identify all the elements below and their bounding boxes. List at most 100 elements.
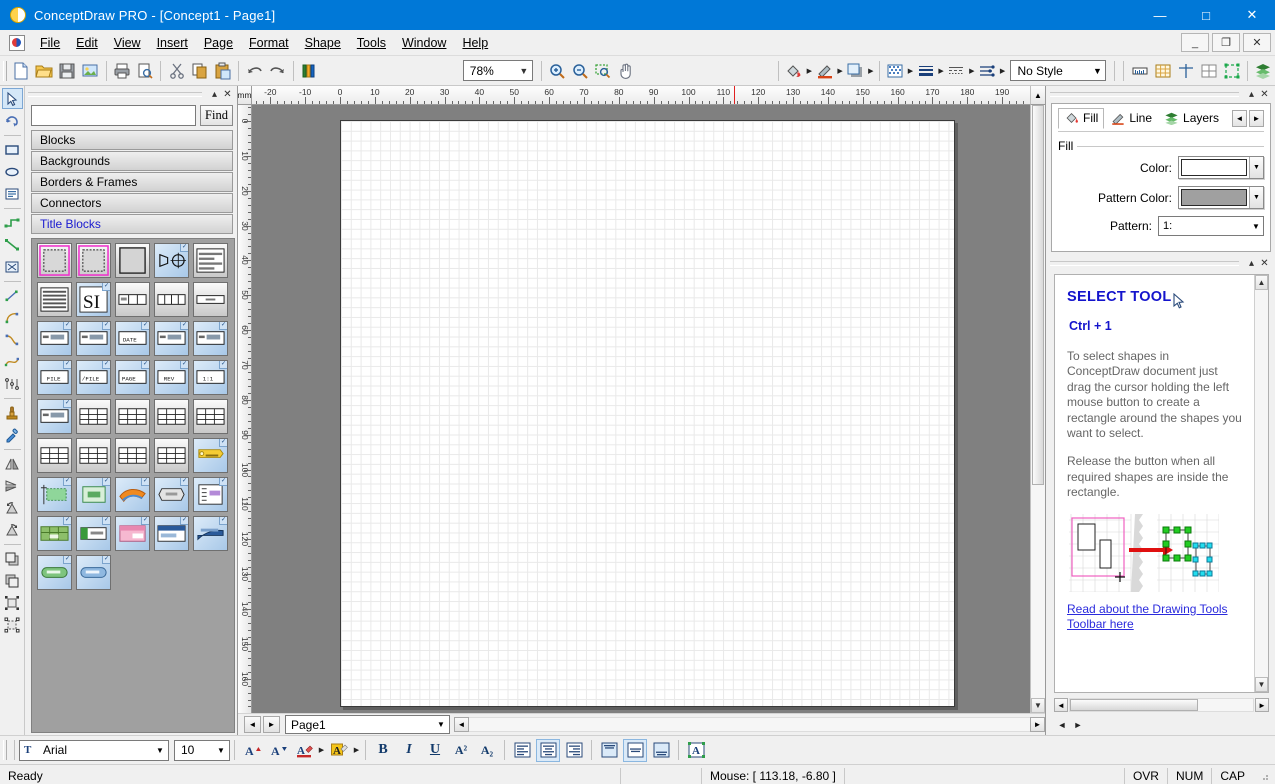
chevron-down-icon[interactable]: ▼ [1089,66,1105,76]
title-block-subfile[interactable]: /FILE ✓ [76,360,111,395]
title-block-green-3[interactable]: ✓ [76,516,111,551]
open-document-icon[interactable] [34,59,55,83]
chevron-down-icon[interactable]: ▼ [1249,222,1263,231]
title-block-bar-seg[interactable] [115,282,150,317]
fill-color-picker[interactable]: ▼ [1178,156,1264,179]
horizontal-scroll-track[interactable] [469,717,1030,732]
help-scroll-up-button[interactable]: ▲ [1255,275,1268,290]
line-style-icon[interactable] [946,59,967,83]
library-collapse-button[interactable]: ▴ [208,89,221,100]
ungroup-tool[interactable] [2,614,23,635]
underline-button[interactable]: U [423,739,447,762]
title-block-table-1[interactable] [76,399,111,434]
subscript-button[interactable]: A₂ [475,739,499,762]
title-block-table-2[interactable] [115,399,150,434]
superscript-button[interactable]: A² [449,739,473,762]
direct-connector-tool[interactable] [2,234,23,255]
help-hscroll-thumb[interactable] [1070,699,1199,711]
hscroll-right-button[interactable]: ► [1030,717,1045,732]
highlight-color-dropdown[interactable]: ▶ [352,746,361,754]
library-close-button[interactable]: ✕ [221,89,234,100]
title-block-pink[interactable]: ✓ [115,516,150,551]
select-tool[interactable] [1,88,23,109]
style-combobox[interactable]: No Style ▼ [1010,60,1107,81]
rotate-right-tool[interactable] [2,519,23,540]
bold-button[interactable]: B [371,739,395,762]
fill-panel-collapse-button[interactable]: ▴ [1245,89,1258,100]
title-block-symbol[interactable]: ✓ [154,243,189,278]
title-block-page[interactable]: PAGE ✓ [115,360,150,395]
curve-tool[interactable] [2,329,23,350]
fill-color-swatch[interactable] [1181,159,1247,176]
title-block-plain[interactable] [115,243,150,278]
tab-line[interactable]: Line [1104,108,1158,129]
export-image-icon[interactable] [80,59,101,83]
close-button[interactable]: ✕ [1229,0,1275,30]
tab-nav-prev-button[interactable]: ◄ [1232,110,1247,127]
shadow-icon[interactable] [845,59,866,83]
shadow-dropdown[interactable]: ▶ [867,67,875,75]
copy-icon[interactable] [189,59,210,83]
align-middle-button[interactable] [623,738,647,762]
vertical-scroll-thumb[interactable] [1032,105,1044,485]
ruler-unit-label[interactable]: mm [237,86,252,105]
title-block-dark-blue[interactable]: ✓ [193,516,228,551]
align-center-button[interactable] [536,738,560,762]
toggle-ruler-icon[interactable] [1129,59,1150,83]
library-search-input[interactable] [31,105,196,126]
bring-to-front-tool[interactable] [2,548,23,569]
line-ends-dropdown[interactable]: ▶ [999,67,1007,75]
title-block-green-pill[interactable]: ✓ [37,555,72,590]
ellipse-tool[interactable] [2,161,23,182]
title-block-rev[interactable]: REV ✓ [154,360,189,395]
title-block-date[interactable]: DATE ✓ [115,321,150,356]
font-family-combobox[interactable]: T Arial ▼ [19,739,169,761]
format-toolbar-grip[interactable] [3,740,7,760]
title-block-table-3[interactable] [154,399,189,434]
fill-color-dropdown[interactable]: ▶ [805,67,813,75]
connection-point-tool[interactable] [2,256,23,277]
zoom-region-icon[interactable] [593,59,614,83]
title-block-ribbon[interactable]: ✓ [115,477,150,512]
eyedropper-tool[interactable] [2,424,23,445]
help-hscroll-right-button[interactable]: ► [1255,698,1269,712]
menu-item-help[interactable]: Help [454,33,496,53]
arc-tool[interactable] [2,307,23,328]
title-block-green-1[interactable]: ✓ [37,477,72,512]
menu-item-insert[interactable]: Insert [149,33,196,53]
toggle-page-breaks-icon[interactable] [1198,59,1219,83]
pattern-color-swatch[interactable] [1181,189,1247,206]
page-next-button[interactable]: ► [263,716,280,733]
resize-grip[interactable] [1253,767,1275,784]
page-prev-button[interactable]: ◄ [244,716,261,733]
maximize-button[interactable]: □ [1183,0,1229,30]
title-block-note[interactable]: ✓ [193,438,228,473]
fill-panel-grip[interactable] [1050,92,1239,97]
font-color-button[interactable]: A [292,739,316,762]
title-block-cells[interactable] [154,282,189,317]
print-icon[interactable] [111,59,132,83]
title-block-green-table[interactable]: ✓ [37,516,72,551]
page-selector-combobox[interactable]: Page1 ▼ [285,715,450,734]
title-block-table-4[interactable] [193,399,228,434]
libraries-icon[interactable] [299,59,320,83]
pattern-dropdown[interactable]: ▶ [907,67,915,75]
menu-item-window[interactable]: Window [394,33,454,53]
italic-button[interactable]: I [397,739,421,762]
toggle-grid-icon[interactable] [1152,59,1173,83]
line-style-dropdown[interactable]: ▶ [968,67,976,75]
group-tool[interactable] [2,592,23,613]
title-block-lines-2[interactable] [37,282,72,317]
zoom-level-combobox[interactable]: 78% ▼ [462,60,533,81]
library-category-backgrounds[interactable]: Backgrounds [31,151,233,171]
mdi-minimize-button[interactable]: _ [1181,33,1209,52]
font-size-combobox[interactable]: 10 ▼ [174,739,230,761]
text-tool[interactable] [2,183,23,204]
menu-item-format[interactable]: Format [241,33,297,53]
tab-fill[interactable]: Fill [1058,108,1105,129]
title-block-table-6[interactable] [76,438,111,473]
toggle-connection-points-icon[interactable] [1221,59,1242,83]
title-block-list[interactable]: ✓ [193,477,228,512]
zoom-in-icon[interactable] [547,59,568,83]
title-block-field-4[interactable]: ✓ [193,321,228,356]
